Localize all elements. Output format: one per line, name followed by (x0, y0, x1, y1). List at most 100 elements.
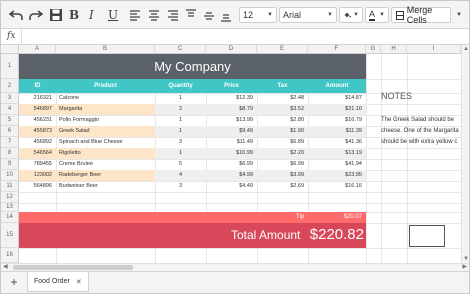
cell-amount[interactable]: $11.39 (308, 126, 366, 137)
font-color-picker[interactable]: A ▼ (365, 7, 389, 23)
cell-amount[interactable]: $13.19 (308, 148, 366, 159)
cell-id[interactable]: 546564 (19, 148, 56, 159)
undo-icon[interactable] (9, 7, 23, 23)
add-sheet-icon[interactable]: + (7, 275, 21, 289)
cell-amount[interactable]: $41.94 (308, 159, 366, 170)
font-family-select[interactable]: Arial ▼ (279, 7, 337, 23)
cell-amount[interactable]: $16.16 (308, 181, 366, 192)
cell-amount[interactable]: $21.10 (308, 104, 366, 115)
cell-product[interactable]: Budweiser Beer (56, 181, 155, 192)
cell-product[interactable]: Radeberger Beer (56, 170, 155, 181)
cell-qty[interactable]: 1 (155, 115, 206, 126)
font-size-select[interactable]: 12 ▼ (239, 7, 277, 23)
merge-cells-button[interactable]: Merge Cells (391, 5, 451, 25)
cell-price[interactable]: $12.39 (206, 93, 257, 104)
row-header[interactable]: 11 (1, 181, 19, 192)
cell-price[interactable]: $4.49 (206, 181, 257, 192)
cell-qty[interactable]: 3 (155, 137, 206, 148)
cell-price[interactable]: $4.99 (206, 170, 257, 181)
column-header-a[interactable]: A (19, 45, 56, 54)
cell-tax[interactable]: $2.20 (257, 148, 308, 159)
row-header[interactable]: 3 (1, 93, 19, 104)
fill-color-picker[interactable]: ▼ (339, 7, 363, 23)
cell-product[interactable]: Margarita (56, 104, 155, 115)
header-quantity[interactable]: Quantity (155, 79, 206, 93)
header-price[interactable]: Price (206, 79, 257, 93)
align-right-icon[interactable] (166, 7, 180, 23)
cell-amount[interactable]: $14.87 (308, 93, 366, 104)
row-header[interactable]: 10 (1, 170, 19, 181)
cell-product[interactable]: Creme Brulee (56, 159, 155, 170)
column-header-h[interactable]: H (381, 45, 407, 54)
cell-tax[interactable]: $6.89 (257, 137, 308, 148)
row-header[interactable]: 13 (1, 203, 19, 212)
cell-qty[interactable]: 3 (155, 181, 206, 192)
cell-id[interactable]: 789455 (19, 159, 56, 170)
header-id[interactable]: ID (19, 79, 56, 93)
total-amount-value[interactable]: $220.82 (310, 226, 364, 243)
align-middle-icon[interactable] (202, 7, 216, 23)
header-tax[interactable]: Tax (257, 79, 308, 93)
cell-qty[interactable]: 1 (155, 126, 206, 137)
cell-price[interactable]: $11.49 (206, 137, 257, 148)
total-amount-label[interactable]: Total Amount (231, 228, 300, 242)
save-icon[interactable] (49, 7, 63, 23)
row-header[interactable]: 14 (1, 212, 19, 223)
vertical-scrollbar[interactable]: ▲ ▼ (461, 45, 469, 263)
cell-product[interactable]: Calzone (56, 93, 155, 104)
row-header[interactable]: 9 (1, 159, 19, 170)
row-header[interactable]: 7 (1, 137, 19, 148)
cell-product[interactable]: Spinach and Blue Cheese (56, 137, 155, 148)
merge-options-dropdown[interactable]: ▼ (453, 7, 465, 23)
cell-tax[interactable]: $1.90 (257, 126, 308, 137)
cell-product[interactable]: Greek Salad (56, 126, 155, 137)
company-title[interactable]: My Company (19, 54, 366, 79)
scroll-left-icon[interactable]: ◀ (3, 263, 8, 271)
italic-icon[interactable]: I (89, 7, 94, 23)
scroll-up-icon[interactable]: ▲ (463, 45, 469, 53)
column-header-e[interactable]: E (257, 45, 308, 54)
header-amount[interactable]: Amount (308, 79, 366, 93)
cell-qty[interactable]: 1 (155, 93, 206, 104)
formula-input[interactable] (21, 29, 469, 44)
align-left-icon[interactable] (128, 7, 142, 23)
cell-product[interactable]: Pollo Formaggio (56, 115, 155, 126)
cell-id[interactable]: 455873 (19, 126, 56, 137)
cell-id[interactable]: 456892 (19, 137, 56, 148)
align-center-icon[interactable] (147, 7, 161, 23)
cell-price[interactable]: $6.99 (206, 159, 257, 170)
close-tab-icon[interactable]: ✕ (76, 278, 82, 286)
row-header[interactable]: 1 (1, 54, 19, 79)
row-header[interactable]: 4 (1, 104, 19, 115)
row-header[interactable]: 12 (1, 192, 19, 203)
cell-id[interactable]: 123002 (19, 170, 56, 181)
row-header[interactable]: 2 (1, 79, 19, 93)
align-top-icon[interactable] (184, 7, 198, 23)
cell-price[interactable]: $9.49 (206, 126, 257, 137)
row-header[interactable]: 6 (1, 126, 19, 137)
cell-id[interactable]: 456231 (19, 115, 56, 126)
underline-icon[interactable]: U (108, 7, 118, 23)
cell-tax[interactable]: $2.48 (257, 93, 308, 104)
notes-text[interactable]: The Greek Salad should be cheese. One of… (381, 115, 469, 148)
cell-area[interactable]: My Company ID Product Quantity Price Tax… (19, 54, 469, 263)
cell-qty[interactable]: 4 (155, 170, 206, 181)
cell-qty[interactable]: 2 (155, 104, 206, 115)
column-header-i[interactable]: I (407, 45, 461, 54)
tip-label[interactable]: Tip (296, 212, 304, 223)
cell-amount[interactable]: $16.79 (308, 115, 366, 126)
row-header[interactable]: 8 (1, 148, 19, 159)
horizontal-scroll-thumb[interactable] (13, 265, 133, 270)
cell-product[interactable]: Rigoletto (56, 148, 155, 159)
redo-icon[interactable] (29, 7, 43, 23)
cell-price[interactable]: $10.99 (206, 148, 257, 159)
cell-tax[interactable]: $2.80 (257, 115, 308, 126)
selected-cell[interactable] (409, 225, 445, 247)
notes-title[interactable]: NOTES (381, 91, 412, 101)
scroll-down-icon[interactable]: ▼ (463, 255, 469, 263)
cell-id[interactable]: 546897 (19, 104, 56, 115)
column-header-c[interactable]: C (155, 45, 206, 54)
cell-tax[interactable]: $3.99 (257, 170, 308, 181)
cell-id[interactable]: 216321 (19, 93, 56, 104)
cell-id[interactable]: 564896 (19, 181, 56, 192)
